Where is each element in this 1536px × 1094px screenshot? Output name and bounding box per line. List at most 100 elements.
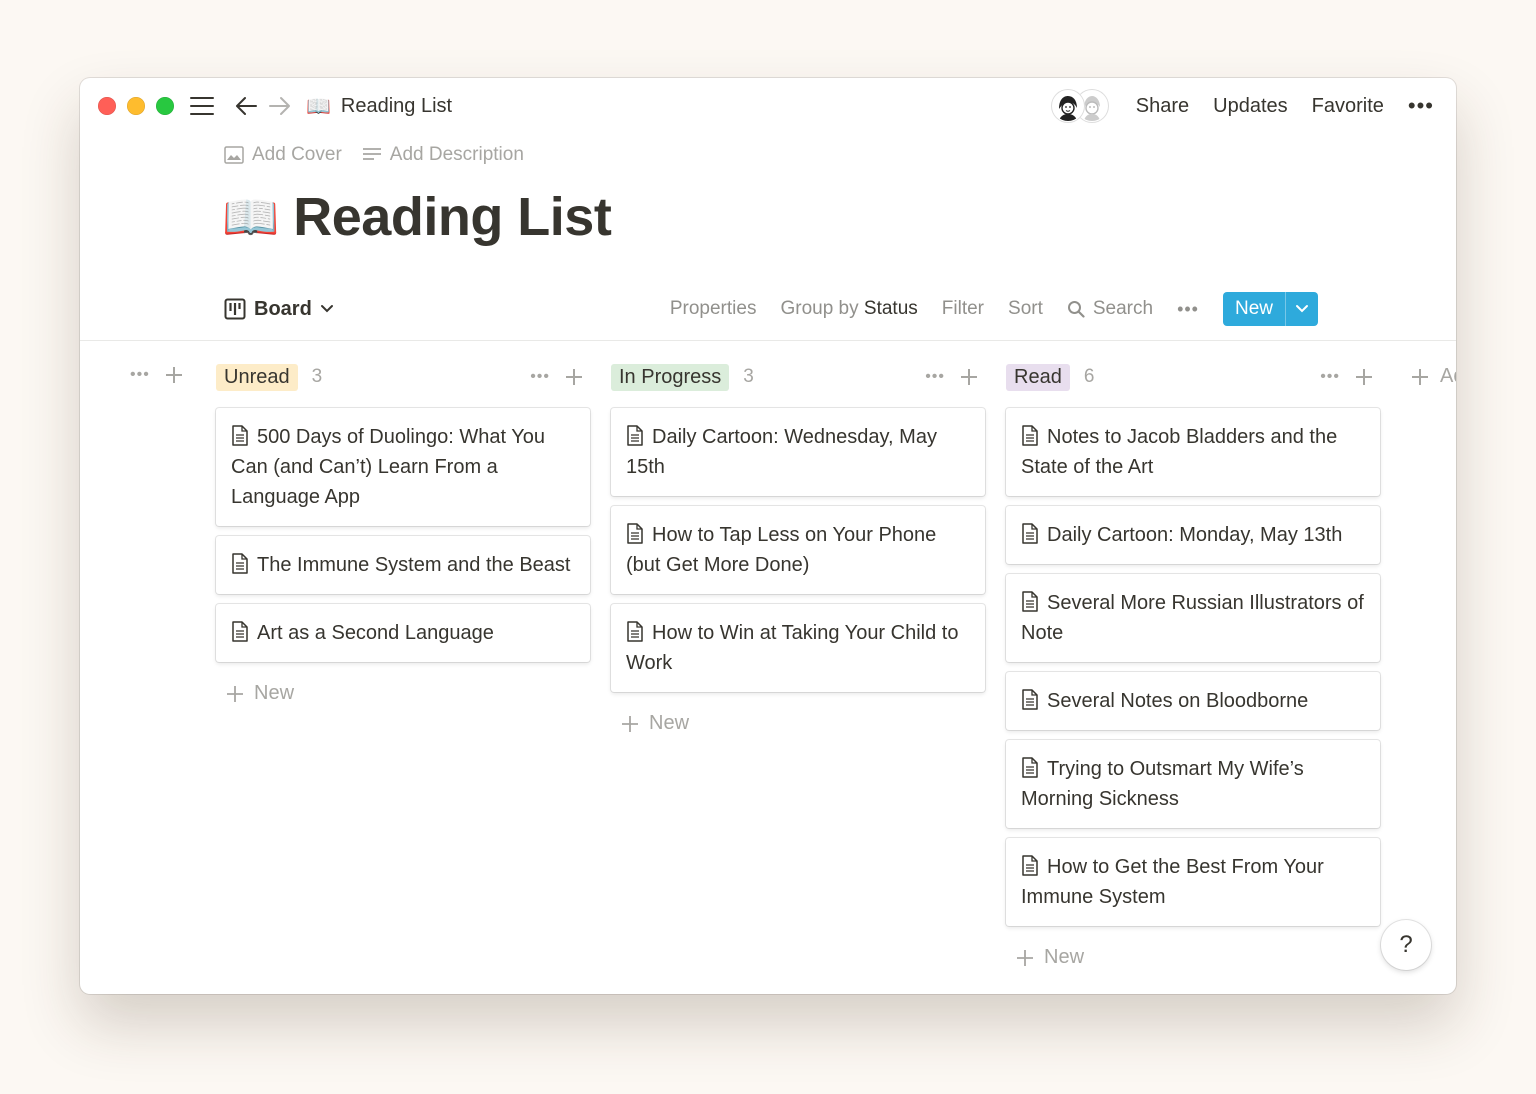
board-card[interactable]: Daily Cartoon: Wednesday, May 15th	[611, 408, 985, 496]
page-icon	[627, 425, 643, 446]
board-view-icon	[224, 298, 246, 320]
view-switcher[interactable]: Board	[224, 298, 334, 321]
maximize-window-button[interactable]	[156, 97, 174, 115]
board-card[interactable]: 500 Days of Duolingo: What You Can (and …	[216, 408, 590, 526]
filter-button[interactable]: Filter	[942, 298, 984, 320]
new-card-button[interactable]: New	[621, 712, 985, 735]
column-more-icon[interactable]: •••	[925, 368, 945, 386]
plus-icon	[1412, 368, 1428, 385]
card-title: Several Notes on Bloodborne	[1047, 690, 1309, 712]
page-icon	[1022, 757, 1038, 778]
board-card[interactable]: Several Notes on Bloodborne	[1006, 672, 1380, 730]
column-more-icon[interactable]: •••	[530, 368, 550, 386]
card-title: Daily Cartoon: Monday, May 13th	[1047, 524, 1343, 546]
image-icon	[224, 146, 244, 164]
sort-button[interactable]: Sort	[1008, 298, 1043, 320]
add-group-label: Add a group	[1440, 365, 1456, 387]
group-by-value: Status	[863, 298, 918, 319]
group-by-prefix: Group by	[780, 298, 859, 319]
board-card[interactable]: The Immune System and the Beast	[216, 536, 590, 594]
board-card[interactable]: Several More Russian Illustrators of Not…	[1006, 574, 1380, 662]
view-name: Board	[254, 297, 312, 320]
new-card-button[interactable]: New	[226, 682, 590, 705]
column-header[interactable]: Unread 3 •••	[216, 362, 590, 392]
new-card-label: New	[649, 712, 690, 734]
new-button[interactable]: New	[1222, 292, 1318, 326]
page-icon	[232, 553, 248, 574]
add-cover-label: Add Cover	[252, 144, 342, 165]
view-divider	[80, 340, 1456, 341]
search-icon	[1067, 301, 1085, 318]
plus-icon	[1017, 949, 1033, 966]
board-card[interactable]: Trying to Outsmart My Wife’s Morning Sic…	[1006, 740, 1380, 828]
board-card[interactable]: Art as a Second Language	[216, 604, 590, 662]
board-column-in-progress: In Progress 3 ••• Daily Cartoon: Wednesd…	[611, 362, 985, 735]
updates-button[interactable]: Updates	[1213, 95, 1288, 118]
page-icon	[1022, 855, 1038, 876]
card-title: Notes to Jacob Bladders and the State of…	[1021, 426, 1338, 478]
forward-arrow-icon[interactable]	[266, 92, 294, 120]
search-button[interactable]: Search	[1067, 298, 1153, 320]
status-tag: Read	[1006, 363, 1070, 391]
new-dropdown-button[interactable]	[1285, 292, 1318, 326]
add-group-button[interactable]: Add a group	[1410, 365, 1456, 388]
help-button[interactable]: ?	[1381, 920, 1431, 970]
column-header[interactable]: Read 6 •••	[1006, 362, 1380, 392]
hidden-groups-more-icon[interactable]: •••	[130, 366, 150, 384]
add-description-button[interactable]: Add Description	[362, 144, 524, 166]
close-window-button[interactable]	[98, 97, 116, 115]
collaborator-avatars[interactable]	[1051, 90, 1110, 122]
plus-icon[interactable]	[564, 367, 584, 387]
back-arrow-icon[interactable]	[232, 92, 260, 120]
plus-icon[interactable]	[164, 365, 184, 385]
search-label: Search	[1092, 298, 1154, 319]
new-card-label: New	[254, 682, 295, 704]
board-card[interactable]: How to Win at Taking Your Child to Work	[611, 604, 985, 692]
card-title: How to Tap Less on Your Phone (but Get M…	[626, 524, 937, 576]
column-more-icon[interactable]: •••	[1320, 368, 1340, 386]
page-icon	[627, 523, 643, 544]
minimize-window-button[interactable]	[127, 97, 145, 115]
board-card[interactable]: Notes to Jacob Bladders and the State of…	[1006, 408, 1380, 496]
board-card[interactable]: How to Tap Less on Your Phone (but Get M…	[611, 506, 985, 594]
column-header[interactable]: In Progress 3 •••	[611, 362, 985, 392]
board-card[interactable]: How to Get the Best From Your Immune Sys…	[1006, 838, 1380, 926]
add-cover-button[interactable]: Add Cover	[224, 144, 342, 166]
breadcrumb[interactable]: 📖 Reading List	[306, 92, 452, 120]
favorite-button[interactable]: Favorite	[1312, 95, 1384, 118]
plus-icon[interactable]	[959, 367, 979, 387]
sidebar-menu-icon[interactable]	[188, 92, 216, 120]
page-icon	[1022, 591, 1038, 612]
page-icon	[1022, 523, 1038, 544]
share-button[interactable]: Share	[1136, 95, 1189, 118]
plus-icon[interactable]	[1354, 367, 1374, 387]
page-title[interactable]: Reading List	[293, 186, 612, 248]
plus-icon	[622, 715, 638, 732]
app-window: 📖 Reading List Share Updates Favorite ••…	[80, 78, 1456, 994]
card-count: 3	[311, 366, 323, 387]
text-lines-icon	[362, 148, 381, 160]
board-column-unread: Unread 3 ••• 500 Days of Duolingo: What …	[216, 362, 590, 705]
card-count: 3	[743, 366, 754, 387]
breadcrumb-title: Reading List	[340, 94, 453, 117]
card-title: How to Win at Taking Your Child to Work	[626, 622, 959, 674]
card-title: Art as a Second Language	[257, 622, 494, 644]
view-more-icon[interactable]: •••	[1177, 299, 1199, 320]
board-card[interactable]: Daily Cartoon: Monday, May 13th	[1006, 506, 1380, 564]
new-card-button[interactable]: New	[1016, 946, 1380, 969]
page-icon	[1022, 689, 1038, 710]
board-column-read: Read 6 ••• Notes to Jacob Bladders and t…	[1006, 362, 1380, 969]
new-button-label[interactable]: New	[1223, 292, 1285, 326]
properties-button[interactable]: Properties	[670, 298, 757, 320]
group-by-button[interactable]: Group by Status	[780, 298, 917, 320]
more-options-icon[interactable]: •••	[1408, 93, 1434, 119]
status-tag: In Progress	[611, 363, 730, 391]
card-title: Trying to Outsmart My Wife’s Morning Sic…	[1021, 758, 1304, 810]
card-title: The Immune System and the Beast	[257, 554, 571, 576]
page-emoji-icon[interactable]: 📖	[222, 194, 279, 240]
card-title: How to Get the Best From Your Immune Sys…	[1021, 856, 1324, 908]
page-icon	[627, 621, 643, 642]
plus-icon	[227, 685, 243, 702]
card-title: Several More Russian Illustrators of Not…	[1021, 592, 1364, 644]
add-description-label: Add Description	[389, 144, 524, 165]
